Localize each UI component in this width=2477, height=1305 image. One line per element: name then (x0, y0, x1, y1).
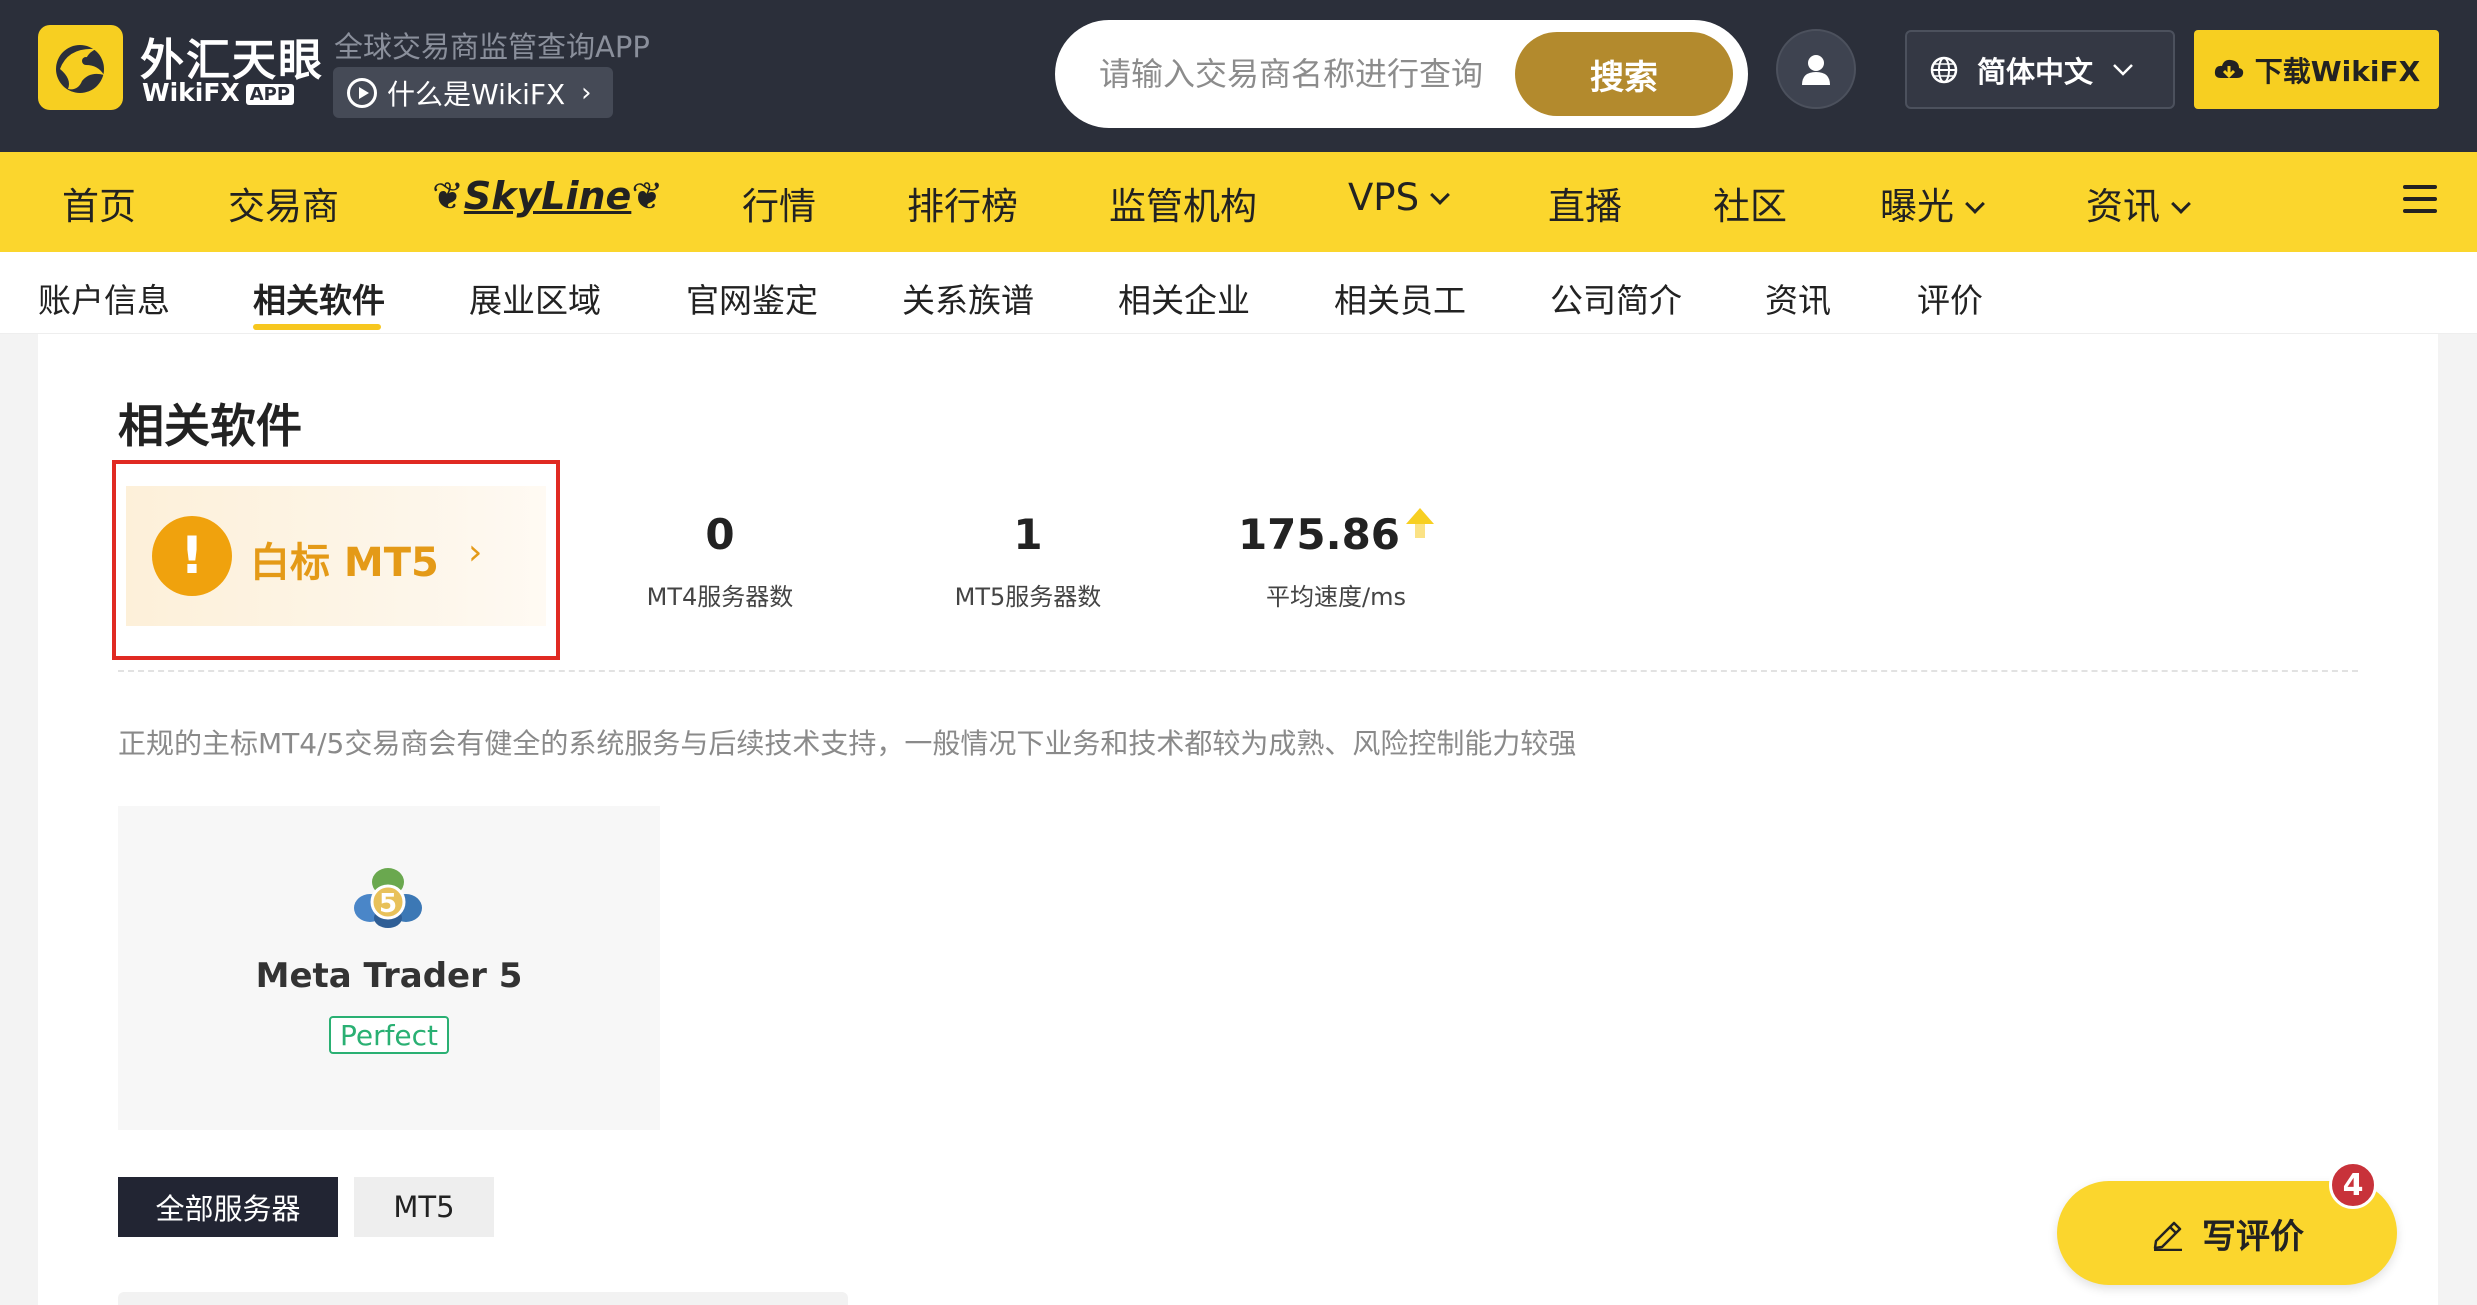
nav-item-news[interactable]: 资讯 (2086, 176, 2191, 230)
skyline-label: SkyLine (463, 174, 632, 218)
nav-item-home[interactable]: 首页 (62, 176, 136, 230)
tab-related-staff[interactable]: 相关员工 (1334, 274, 1466, 322)
nav-item-community[interactable]: 社区 (1713, 176, 1787, 230)
software-name: Meta Trader 5 (255, 956, 523, 996)
write-review-label: 写评价 (2202, 1216, 2304, 1257)
stat-value: 1 (1013, 510, 1043, 559)
nav-item-vps[interactable]: VPS (1348, 176, 1451, 219)
page-title: 相关软件 (118, 399, 302, 453)
stat-value: 175.86 (1237, 510, 1401, 559)
nav-item-skyline[interactable]: ❦SkyLine❦ (432, 174, 663, 218)
cloud-download-icon (2214, 59, 2243, 78)
news-label: 资讯 (2086, 185, 2160, 228)
nav-item-live[interactable]: 直播 (1548, 176, 1622, 230)
badge-label: 白标 MT5 (250, 540, 439, 586)
hamburger-menu-icon[interactable] (2403, 185, 2437, 219)
filter-mt5[interactable]: MT5 (354, 1177, 494, 1237)
exposure-label: 曝光 (1880, 185, 1954, 228)
nav-item-brokers[interactable]: 交易商 (228, 176, 339, 230)
metatrader-5-icon: 5 (354, 868, 422, 928)
stat-label: MT4服务器数 (646, 583, 794, 611)
broker-subtabs: 账户信息 相关软件 展业区域 官网鉴定 关系族谱 相关企业 相关员工 公司简介 … (0, 252, 2477, 334)
play-icon (347, 77, 377, 108)
nav-item-regulators[interactable]: 监管机构 (1109, 176, 1257, 230)
tab-account-info[interactable]: 账户信息 (38, 274, 170, 322)
review-count-badge: 4 (2329, 1161, 2377, 1209)
stat-value-row: 175.86 (1226, 508, 1446, 559)
user-avatar-button[interactable] (1776, 29, 1856, 109)
tab-company-profile[interactable]: 公司简介 (1550, 274, 1682, 322)
chevron-down-icon (2113, 63, 2133, 76)
wikifx-logo-icon[interactable] (38, 25, 123, 110)
tab-related-software[interactable]: 相关软件 (253, 274, 385, 322)
divider (118, 670, 2358, 672)
stat-mt4-servers: 0 MT4服务器数 (610, 510, 830, 612)
laurel-left-icon: ❦ (432, 174, 464, 218)
search-input[interactable] (1099, 48, 1559, 100)
chevron-right-icon: › (468, 532, 483, 573)
tab-news[interactable]: 资讯 (1765, 274, 1831, 322)
white-label-highlight: ! 白标 MT5 › (112, 460, 560, 660)
stat-label: MT5服务器数 (954, 583, 1102, 611)
chevron-down-icon (2171, 194, 2191, 214)
software-card-mt5[interactable]: 5 Meta Trader 5 Perfect (118, 806, 660, 1130)
tab-reviews[interactable]: 评价 (1917, 274, 1983, 322)
description-text: 正规的主标MT4/5交易商会有健全的系统服务与后续技术支持，一般情况下业务和技术… (118, 727, 1577, 760)
laurel-right-icon: ❦ (631, 174, 664, 218)
tab-relationship-tree[interactable]: 关系族谱 (902, 274, 1034, 322)
stat-label: 平均速度/ms (1266, 583, 1406, 611)
pencil-icon (2153, 1221, 2182, 1251)
brand-en-text: WikiFX (142, 78, 240, 107)
related-software-card: 相关软件 ! 白标 MT5 › 0 MT4服务器数 1 MT5服务器数 175.… (38, 334, 2438, 1305)
search-bar: 搜索 (1055, 20, 1748, 128)
brand-name-en: WikiFX APP (142, 78, 295, 107)
logo-digit: 5 (379, 889, 397, 919)
vps-label: VPS (1348, 176, 1420, 219)
main-nav: 首页 交易商 ❦SkyLine❦ 行情 排行榜 监管机构 VPS 直播 社区 曝… (0, 152, 2477, 252)
tab-related-companies[interactable]: 相关企业 (1118, 274, 1250, 322)
chevron-down-icon (1430, 185, 1451, 205)
stat-mt5-servers: 1 MT5服务器数 (918, 510, 1138, 612)
what-is-wikifx-button[interactable]: 什么是WikiFX › (333, 67, 613, 118)
server-table-top (118, 1292, 848, 1305)
chevron-down-icon (1965, 194, 1985, 214)
status-badge: Perfect (329, 1016, 449, 1054)
what-is-wikifx-label: 什么是WikiFX (387, 77, 566, 111)
tab-website-verify[interactable]: 官网鉴定 (686, 274, 818, 322)
download-label: 下载WikiFX (2254, 54, 2421, 88)
nav-item-market[interactable]: 行情 (742, 176, 816, 230)
stat-avg-speed: 175.86 平均速度/ms (1226, 508, 1446, 612)
nav-item-exposure[interactable]: 曝光 (1880, 176, 1985, 230)
download-app-button[interactable]: 下载WikiFX (2194, 30, 2439, 109)
user-icon (1802, 55, 1830, 85)
chevron-right-icon: › (581, 77, 592, 108)
search-button[interactable]: 搜索 (1515, 32, 1733, 116)
filter-all-servers[interactable]: 全部服务器 (118, 1177, 338, 1237)
warning-icon: ! (152, 516, 232, 596)
nav-item-rankings[interactable]: 排行榜 (907, 176, 1018, 230)
top-header: 外汇天眼 WikiFX APP 全球交易商监管查询APP 什么是WikiFX › … (0, 0, 2477, 152)
tab-business-region[interactable]: 展业区域 (469, 274, 601, 322)
language-selector[interactable]: 简体中文 (1905, 30, 2175, 109)
brand-app-tag: APP (245, 83, 295, 105)
stat-value: 0 (705, 510, 735, 559)
active-tab-indicator (253, 324, 381, 330)
arrow-up-icon (1406, 508, 1435, 538)
language-label: 简体中文 (1977, 54, 2094, 89)
globe-icon (1930, 56, 1958, 83)
tagline: 全球交易商监管查询APP (334, 30, 650, 64)
white-label-badge[interactable]: ! 白标 MT5 › (126, 486, 546, 626)
